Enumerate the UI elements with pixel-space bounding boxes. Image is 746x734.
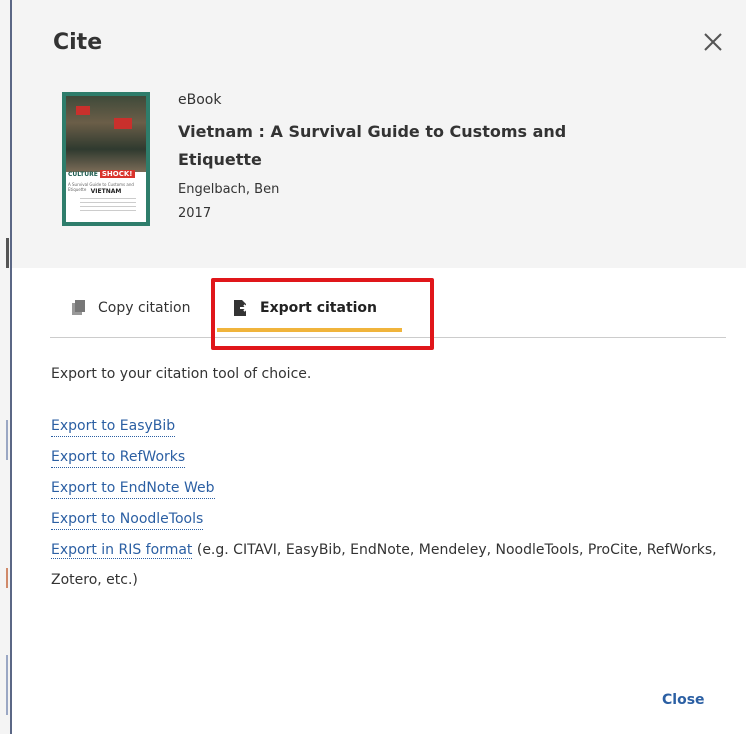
export-ris-line: Export in RIS format (e.g. CITAVI, EasyB… bbox=[51, 535, 721, 595]
cover-brand: CULTURE SHOCK! bbox=[68, 170, 135, 178]
copy-icon bbox=[70, 299, 88, 317]
cover-text-lines bbox=[80, 198, 136, 214]
tab-copy-citation[interactable]: Copy citation bbox=[70, 296, 190, 320]
record-year: 2017 bbox=[178, 206, 212, 221]
cover-country: VIETNAM bbox=[90, 188, 122, 195]
background-marker bbox=[6, 568, 8, 588]
record-metadata: eBook Vietnam : A Survival Guide to Cust… bbox=[178, 92, 698, 221]
background-marker bbox=[6, 238, 9, 268]
cover-photo bbox=[66, 96, 146, 172]
export-panel: Export to your citation tool of choice. … bbox=[51, 366, 721, 595]
export-endnote-web-link[interactable]: Export to EndNote Web bbox=[51, 478, 215, 499]
record-author: Engelbach, Ben bbox=[178, 182, 280, 197]
dialog-header: Cite CULTURE SHOCK! A Survival Guide to … bbox=[12, 0, 746, 268]
background-marker bbox=[6, 420, 8, 460]
export-noodletools-link[interactable]: Export to NoodleTools bbox=[51, 509, 204, 530]
dialog-title: Cite bbox=[53, 30, 103, 55]
export-intro: Export to your citation tool of choice. bbox=[51, 366, 312, 382]
record-type: eBook bbox=[178, 92, 222, 108]
background-marker bbox=[6, 655, 8, 715]
cite-dialog: Cite CULTURE SHOCK! A Survival Guide to … bbox=[10, 0, 746, 734]
close-icon[interactable] bbox=[700, 29, 726, 55]
tab-copy-citation-label: Copy citation bbox=[98, 300, 191, 316]
record-title: Vietnam : A Survival Guide to Customs an… bbox=[178, 122, 567, 169]
book-cover-thumbnail: CULTURE SHOCK! A Survival Guide to Custo… bbox=[62, 92, 150, 226]
export-ris-link[interactable]: Export in RIS format bbox=[51, 542, 193, 559]
highlight-box bbox=[211, 278, 434, 350]
export-refworks-link[interactable]: Export to RefWorks bbox=[51, 447, 186, 468]
close-button[interactable]: Close bbox=[662, 692, 705, 708]
export-easybib-link[interactable]: Export to EasyBib bbox=[51, 416, 176, 437]
